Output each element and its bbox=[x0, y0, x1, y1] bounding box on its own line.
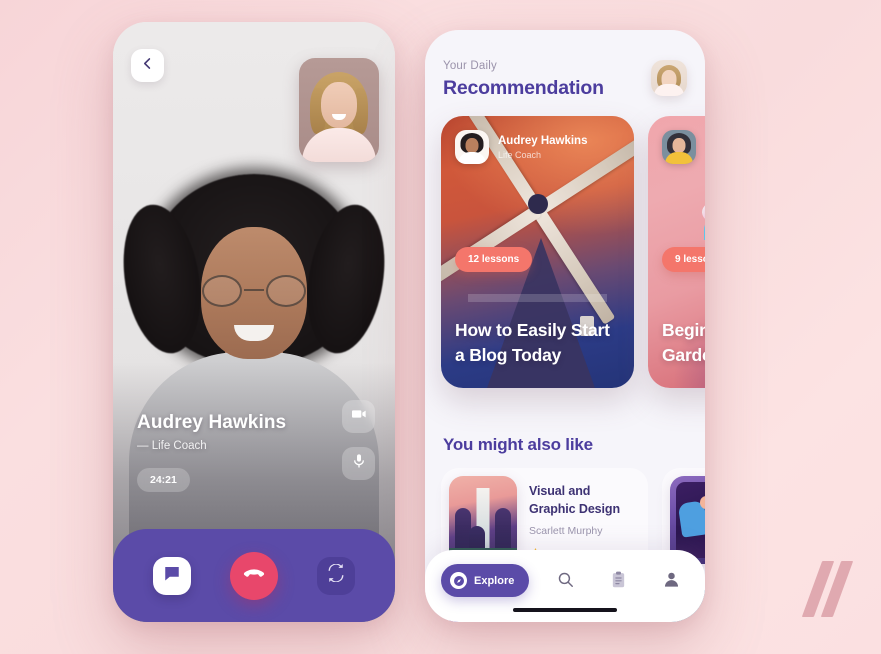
caller-name: Audrey Hawkins bbox=[137, 412, 287, 433]
video-call-screen: Audrey Hawkins — Life Coach 24:21 bbox=[113, 22, 395, 622]
call-control-bar bbox=[113, 529, 395, 622]
featured-card-blog[interactable]: Audrey Hawkins Life Coach 12 lessons How… bbox=[441, 116, 634, 388]
caller-glasses bbox=[200, 275, 308, 307]
nav-label-explore: Explore bbox=[474, 574, 515, 587]
chat-button[interactable] bbox=[152, 556, 191, 595]
caller-role: — Life Coach bbox=[137, 440, 207, 452]
coach-avatar bbox=[662, 130, 696, 164]
video-call-phone: Audrey Hawkins — Life Coach 24:21 bbox=[113, 22, 395, 622]
course-title: Visual and Graphic Design bbox=[529, 484, 620, 517]
home-phone: Your Daily Recommendation Audrey Hawkins… bbox=[425, 30, 705, 622]
featured-card-gardening[interactable]: Dianne Wilson Life Coach 9 lessons Begin… bbox=[648, 116, 705, 388]
self-video-preview[interactable] bbox=[299, 58, 379, 162]
clipboard-icon bbox=[610, 571, 627, 593]
section-title-also-like: You might also like bbox=[443, 435, 593, 454]
nav-item-tasks[interactable] bbox=[602, 565, 636, 599]
back-button[interactable] bbox=[131, 49, 164, 82]
coach-role: Life Coach bbox=[498, 150, 542, 161]
video-camera-icon bbox=[351, 406, 367, 427]
person-icon bbox=[663, 571, 680, 593]
microphone-icon bbox=[351, 453, 367, 474]
nav-item-profile[interactable] bbox=[655, 565, 689, 599]
phone-hangup-icon bbox=[243, 562, 265, 589]
double-slash-logo bbox=[801, 561, 854, 622]
featured-cards-row: Audrey Hawkins Life Coach 12 lessons How… bbox=[441, 116, 705, 388]
end-call-button[interactable] bbox=[229, 551, 278, 600]
chat-bubble-icon bbox=[163, 564, 181, 587]
swap-arrows-icon bbox=[327, 563, 345, 587]
nav-item-explore[interactable]: Explore bbox=[441, 564, 530, 597]
coach-avatar bbox=[455, 130, 489, 164]
course-author: Scarlett Murphy bbox=[529, 525, 603, 538]
chevron-left-icon bbox=[141, 57, 154, 75]
lessons-badge: 9 lessons bbox=[662, 247, 705, 272]
home-indicator bbox=[513, 608, 617, 612]
call-timer: 24:21 bbox=[137, 468, 190, 492]
coach-name: Audrey Hawkins bbox=[498, 134, 588, 147]
card-title: How to Easily Start a Blog Today bbox=[455, 320, 610, 366]
mic-toggle-button[interactable] bbox=[342, 447, 375, 480]
header-eyebrow: Your Daily bbox=[443, 60, 497, 72]
video-toggle-button[interactable] bbox=[342, 400, 375, 433]
nav-item-search[interactable] bbox=[549, 565, 583, 599]
page-title: Recommendation bbox=[443, 77, 604, 99]
home-header: Your Daily Recommendation bbox=[443, 60, 687, 100]
card-coach-header: Audrey Hawkins Life Coach bbox=[455, 130, 622, 164]
side-controls bbox=[342, 400, 375, 494]
caller-info: Audrey Hawkins — Life Coach 24:21 bbox=[137, 412, 286, 492]
lessons-badge: 12 lessons bbox=[455, 247, 533, 272]
compass-icon bbox=[450, 572, 467, 589]
profile-avatar[interactable] bbox=[651, 60, 687, 96]
switch-camera-button[interactable] bbox=[317, 556, 356, 595]
card-title: Beginner's Guide to Gardening bbox=[662, 320, 705, 366]
home-screen: Your Daily Recommendation Audrey Hawkins… bbox=[425, 30, 705, 622]
card-coach-header: Dianne Wilson Life Coach bbox=[662, 130, 705, 164]
search-icon bbox=[557, 571, 574, 593]
